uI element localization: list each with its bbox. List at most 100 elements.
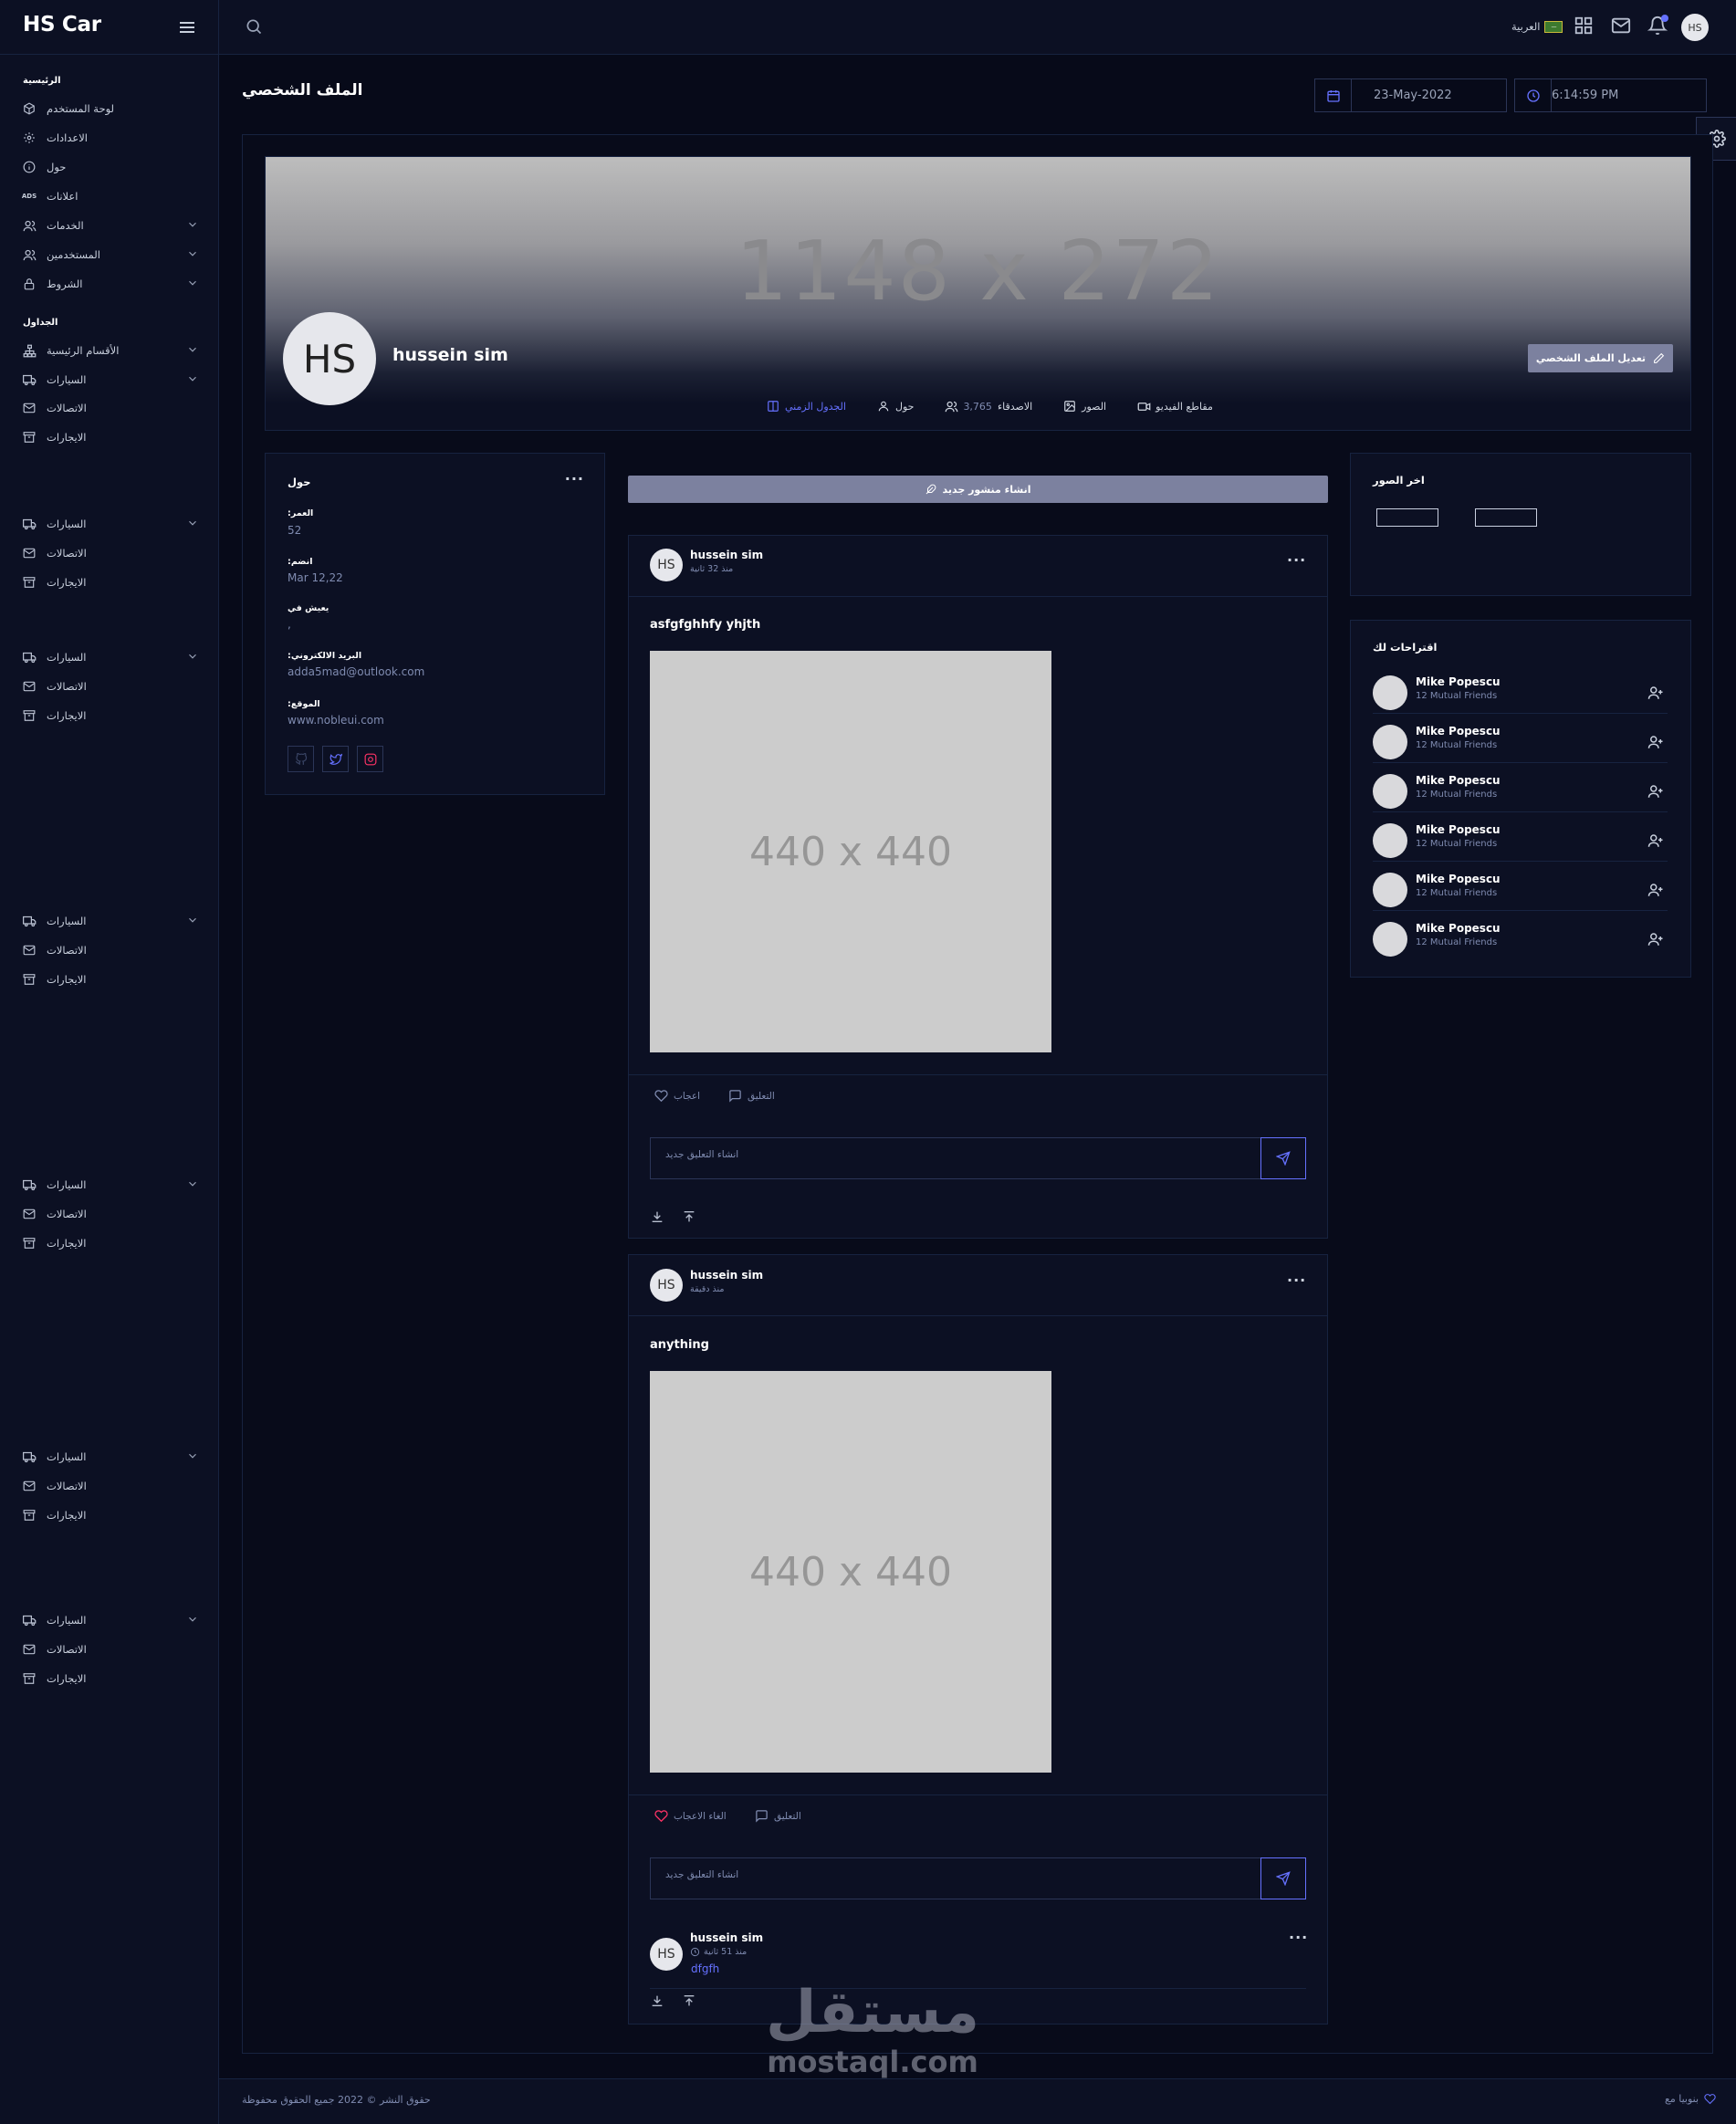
photo-thumbnail[interactable] [1475, 508, 1537, 527]
suggestion-avatar[interactable] [1373, 823, 1407, 858]
sidebar-item-main-sections[interactable]: الأقسام الرئيسية [20, 340, 199, 361]
suggestion-name[interactable]: Mike Popescu [1416, 823, 1501, 836]
menu-toggle-icon[interactable] [176, 16, 198, 38]
comment-more-menu-icon[interactable]: ··· [1289, 1929, 1308, 1946]
time-display[interactable]: 6:14:59 PM [1514, 78, 1707, 112]
sidebar-item-rents[interactable]: الايجارات [20, 1669, 199, 1689]
photo-thumbnail[interactable] [1376, 508, 1438, 527]
upload-icon[interactable] [682, 1209, 696, 1224]
tab-photos[interactable]: الصور [1063, 400, 1106, 413]
sidebar-item-about[interactable]: حول [20, 157, 199, 177]
sidebar-item-rents[interactable]: الايجارات [20, 572, 199, 592]
sidebar-item-contacts[interactable]: الاتصالات [20, 543, 199, 563]
more-menu-icon[interactable]: ··· [565, 470, 584, 487]
sidebar-item-dashboard[interactable]: لوحة المستخدم [20, 99, 199, 119]
sidebar-item-services[interactable]: الخدمات [20, 215, 199, 235]
post-author-name[interactable]: hussein sim [690, 1269, 763, 1282]
sidebar-item-cars[interactable]: السيارات [20, 911, 199, 931]
brand-logo[interactable]: HS Car [23, 13, 101, 37]
age-label: :العمر [288, 508, 314, 518]
search-icon[interactable] [245, 17, 265, 37]
comment-button[interactable]: التعليق [728, 1089, 775, 1103]
add-friend-icon[interactable] [1647, 783, 1664, 800]
sidebar-item-settings[interactable]: الاعدادات [20, 128, 199, 148]
sidebar-item-terms[interactable]: الشروط [20, 274, 199, 294]
sidebar-item-contacts[interactable]: الاتصالات [20, 1476, 199, 1496]
sidebar-item-cars[interactable]: السيارات [20, 1610, 199, 1630]
add-friend-icon[interactable] [1647, 734, 1664, 750]
comment-author-name[interactable]: hussein sim [690, 1931, 763, 1944]
add-friend-icon[interactable] [1647, 882, 1664, 898]
edit-profile-button[interactable]: تعديل الملف الشخصي [1528, 344, 1673, 372]
tab-friends[interactable]: 3,765 الاصدقاء [945, 400, 1032, 413]
sidebar-item-users[interactable]: المستخدمين [20, 245, 199, 265]
sidebar-item-cars[interactable]: السيارات [20, 1175, 199, 1195]
language-label: العربية [1511, 20, 1541, 33]
user-avatar[interactable]: HS [1681, 14, 1709, 41]
post-author-avatar[interactable]: HS [650, 549, 683, 581]
suggestion-item: Mike Popescu 12 Mutual Friends [1373, 763, 1668, 812]
suggestion-name[interactable]: Mike Popescu [1416, 922, 1501, 935]
instagram-icon[interactable] [357, 746, 383, 772]
comment-input[interactable]: انشاء التعليق جديد [650, 1137, 1261, 1179]
twitter-icon[interactable] [322, 746, 349, 772]
suggestion-avatar[interactable] [1373, 675, 1407, 710]
website-value[interactable]: www.nobleui.com [288, 714, 384, 727]
sidebar-item-contacts[interactable]: الاتصالات [20, 1204, 199, 1224]
create-post-button[interactable]: انشاء منشور جديد [628, 476, 1328, 503]
sidebar-item-contacts[interactable]: الاتصالات [20, 940, 199, 960]
post-author-avatar[interactable]: HS [650, 1269, 683, 1302]
upload-icon[interactable] [682, 1993, 696, 2008]
sidebar-item-rents[interactable]: الايجارات [20, 427, 199, 447]
comment-button[interactable]: التعليق [755, 1809, 801, 1823]
comment-author-avatar[interactable]: HS [650, 1938, 683, 1971]
date-display[interactable]: 23-May-2022 [1314, 78, 1507, 112]
suggestion-name[interactable]: Mike Popescu [1416, 774, 1501, 787]
add-friend-icon[interactable] [1647, 931, 1664, 947]
suggestion-mutual-friends: 12 Mutual Friends [1416, 740, 1498, 750]
sidebar-item-rents[interactable]: الايجارات [20, 1505, 199, 1525]
sidebar-category-main: الرئيسية [23, 76, 61, 86]
sidebar-item-cars[interactable]: السيارات [20, 647, 199, 667]
add-friend-icon[interactable] [1647, 685, 1664, 701]
suggestion-name[interactable]: Mike Popescu [1416, 873, 1501, 885]
download-icon[interactable] [650, 1209, 664, 1224]
sidebar-item-contacts[interactable]: الاتصالات [20, 398, 199, 418]
like-button[interactable]: اعجاب [654, 1089, 700, 1103]
send-comment-button[interactable] [1260, 1857, 1306, 1899]
edit-profile-label: تعديل الملف الشخصي [1535, 352, 1647, 364]
suggestion-avatar[interactable] [1373, 922, 1407, 957]
sidebar-item-label: السيارات [47, 1614, 87, 1627]
unlike-button[interactable]: الغاء الاعجاب [654, 1809, 727, 1823]
send-comment-button[interactable] [1260, 1137, 1306, 1179]
suggestion-avatar[interactable] [1373, 873, 1407, 907]
tab-about[interactable]: حول [877, 400, 914, 413]
suggestion-name[interactable]: Mike Popescu [1416, 725, 1501, 738]
post-more-menu-icon[interactable]: ··· [1287, 1271, 1306, 1289]
email-label: :البريد الالكتروني [288, 651, 362, 661]
sidebar-item-contacts[interactable]: الاتصالات [20, 676, 199, 696]
suggestion-avatar[interactable] [1373, 725, 1407, 759]
add-friend-icon[interactable] [1647, 832, 1664, 849]
language-switcher[interactable]: العربية — [1511, 16, 1563, 37]
post-more-menu-icon[interactable]: ··· [1287, 551, 1306, 569]
suggestion-name[interactable]: Mike Popescu [1416, 675, 1501, 688]
tab-timeline[interactable]: الجدول الزمني [767, 400, 846, 413]
sidebar-item-cars[interactable]: السيارات [20, 514, 199, 534]
sidebar-item-rents[interactable]: الايجارات [20, 706, 199, 726]
sidebar-item-cars[interactable]: السيارات [20, 1447, 199, 1467]
tab-videos[interactable]: مقاطع الفيديو [1137, 400, 1213, 413]
archive-icon [20, 573, 38, 591]
suggestion-avatar[interactable] [1373, 774, 1407, 809]
comment-input[interactable]: انشاء التعليق جديد [650, 1857, 1261, 1899]
sidebar-item-contacts[interactable]: الاتصالات [20, 1639, 199, 1659]
apps-grid-icon[interactable] [1574, 16, 1595, 37]
mail-icon[interactable] [1611, 16, 1633, 37]
github-icon[interactable] [288, 746, 314, 772]
sidebar-item-ads[interactable]: ADS اعلانات [20, 186, 199, 206]
download-icon[interactable] [650, 1993, 664, 2008]
sidebar-item-rents[interactable]: الايجارات [20, 1233, 199, 1253]
sidebar-item-cars[interactable]: السيارات [20, 370, 199, 390]
sidebar-item-rents[interactable]: الايجارات [20, 969, 199, 989]
post-author-name[interactable]: hussein sim [690, 549, 763, 561]
